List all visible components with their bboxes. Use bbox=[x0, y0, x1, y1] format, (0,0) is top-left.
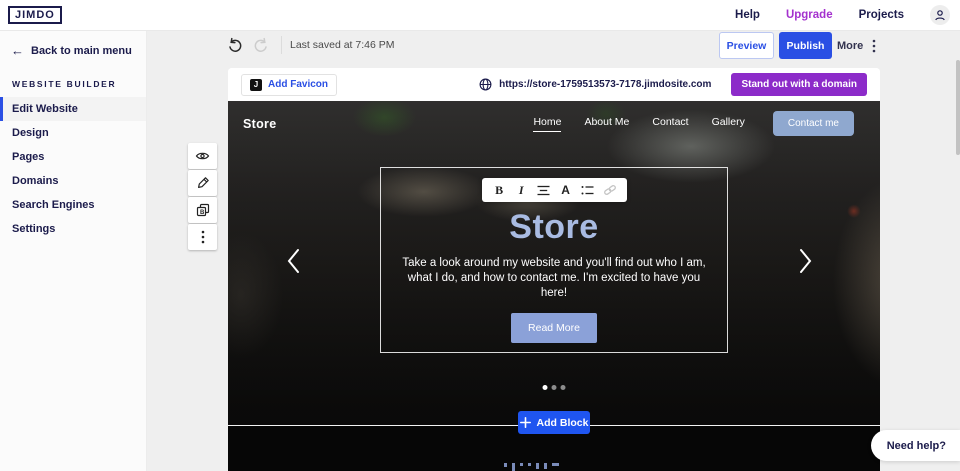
sidebar-item-edit-website[interactable]: Edit Website bbox=[0, 97, 146, 121]
block-more-button[interactable] bbox=[188, 224, 217, 250]
carousel-prev-button[interactable] bbox=[286, 248, 301, 274]
redo-button[interactable] bbox=[252, 35, 272, 55]
sidebar-item-settings[interactable]: Settings bbox=[0, 217, 146, 241]
more-menu-button[interactable]: More bbox=[837, 32, 876, 59]
back-to-main-menu[interactable]: ← Back to main menu bbox=[0, 31, 146, 67]
site-nav-about-me[interactable]: About Me bbox=[584, 116, 629, 131]
toolbar-divider bbox=[281, 36, 282, 54]
sidebar-item-search-engines[interactable]: Search Engines bbox=[0, 193, 146, 217]
sidebar-section-title: WEBSITE BUILDER bbox=[0, 67, 146, 97]
more-label: More bbox=[837, 40, 863, 52]
add-block-button[interactable]: Add Block bbox=[518, 411, 590, 434]
read-more-button[interactable]: Read More bbox=[511, 313, 597, 343]
carousel-dot-2[interactable] bbox=[561, 385, 566, 390]
kebab-menu-icon bbox=[201, 230, 205, 244]
style-block-button[interactable] bbox=[188, 170, 217, 196]
preview-button[interactable]: Preview bbox=[719, 32, 774, 59]
site-url[interactable]: https://store-1759513573-7178.jimdosite.… bbox=[499, 79, 711, 90]
svg-text:B: B bbox=[200, 210, 205, 216]
domain-cta-button[interactable]: Stand out with a domain bbox=[731, 73, 867, 96]
block-tools: B bbox=[188, 143, 217, 250]
style-brush-icon bbox=[196, 176, 210, 190]
carousel-dots bbox=[543, 385, 566, 390]
duplicate-icon: B bbox=[196, 203, 210, 217]
site-nav-home[interactable]: Home bbox=[533, 116, 561, 132]
link-icon[interactable] bbox=[601, 181, 619, 199]
sidebar-item-domains[interactable]: Domains bbox=[0, 169, 146, 193]
hide-block-button[interactable] bbox=[188, 143, 217, 169]
site-nav-contact[interactable]: Contact bbox=[652, 116, 688, 131]
redo-icon bbox=[252, 36, 270, 54]
account-nav: Help Upgrade Projects bbox=[735, 5, 950, 25]
add-favicon-button[interactable]: J Add Favicon bbox=[241, 74, 337, 96]
jimdo-logo[interactable]: JIMDO bbox=[8, 6, 62, 24]
site-header: Store Home About Me Contact Gallery Cont… bbox=[228, 101, 880, 136]
globe-icon bbox=[479, 78, 492, 91]
projects-link[interactable]: Projects bbox=[859, 9, 904, 21]
need-help-button[interactable]: Need help? bbox=[871, 430, 960, 461]
site-nav: Home About Me Contact Gallery bbox=[533, 116, 744, 132]
font-icon[interactable]: A bbox=[557, 181, 575, 199]
eye-icon bbox=[195, 150, 210, 162]
hero-body-text[interactable]: Take a look around my website and you'll… bbox=[401, 256, 707, 301]
kebab-menu-icon bbox=[872, 39, 876, 53]
site-logo[interactable]: Store bbox=[243, 117, 276, 131]
carousel-dot-1[interactable] bbox=[552, 385, 557, 390]
sidebar-item-pages[interactable]: Pages bbox=[0, 145, 146, 169]
app-window: JIMDO Help Upgrade Projects ← Back to ma… bbox=[0, 0, 960, 471]
site-nav-gallery[interactable]: Gallery bbox=[712, 116, 745, 131]
next-section-cutoff-text bbox=[504, 463, 559, 471]
last-saved-status: Last saved at 7:46 PM bbox=[290, 39, 394, 51]
favicon-placeholder-icon: J bbox=[250, 79, 262, 91]
add-block-label: Add Block bbox=[537, 417, 589, 429]
bold-icon[interactable]: B bbox=[490, 181, 508, 199]
scrollbar-thumb[interactable] bbox=[956, 60, 960, 155]
add-favicon-label: Add Favicon bbox=[268, 79, 328, 90]
carousel-dot-0[interactable] bbox=[543, 385, 548, 390]
carousel-next-button[interactable] bbox=[798, 248, 813, 274]
person-icon bbox=[934, 9, 946, 21]
selected-block-outline[interactable]: B I A bbox=[380, 167, 728, 353]
sidebar-item-design[interactable]: Design bbox=[0, 121, 146, 145]
sidebar: ← Back to main menu WEBSITE BUILDER Edit… bbox=[0, 31, 147, 471]
back-arrow-icon: ← bbox=[11, 46, 24, 56]
undo-button[interactable] bbox=[226, 35, 246, 55]
publish-button[interactable]: Publish bbox=[779, 32, 832, 59]
undo-icon bbox=[226, 36, 244, 54]
site-url-group: https://store-1759513573-7178.jimdosite.… bbox=[479, 73, 867, 96]
help-link[interactable]: Help bbox=[735, 9, 760, 21]
user-avatar[interactable] bbox=[930, 5, 950, 25]
chevron-left-icon bbox=[286, 248, 301, 274]
top-header: JIMDO Help Upgrade Projects bbox=[0, 0, 960, 31]
chevron-right-icon bbox=[798, 248, 813, 274]
duplicate-block-button[interactable]: B bbox=[188, 197, 217, 223]
align-center-icon[interactable] bbox=[534, 181, 552, 199]
plus-icon bbox=[520, 417, 531, 428]
upgrade-link[interactable]: Upgrade bbox=[786, 9, 833, 21]
hero-title[interactable]: Store bbox=[381, 208, 727, 247]
contact-me-button[interactable]: Contact me bbox=[773, 111, 854, 136]
italic-icon[interactable]: I bbox=[512, 181, 530, 199]
text-format-toolbar: B I A bbox=[482, 178, 627, 202]
back-label: Back to main menu bbox=[31, 45, 132, 57]
browser-bar: J Add Favicon https://store-1759513573-7… bbox=[228, 68, 880, 101]
hero-section: Store Home About Me Contact Gallery Cont… bbox=[228, 101, 880, 425]
list-icon[interactable] bbox=[579, 181, 597, 199]
site-preview-frame: J Add Favicon https://store-1759513573-7… bbox=[228, 68, 880, 471]
